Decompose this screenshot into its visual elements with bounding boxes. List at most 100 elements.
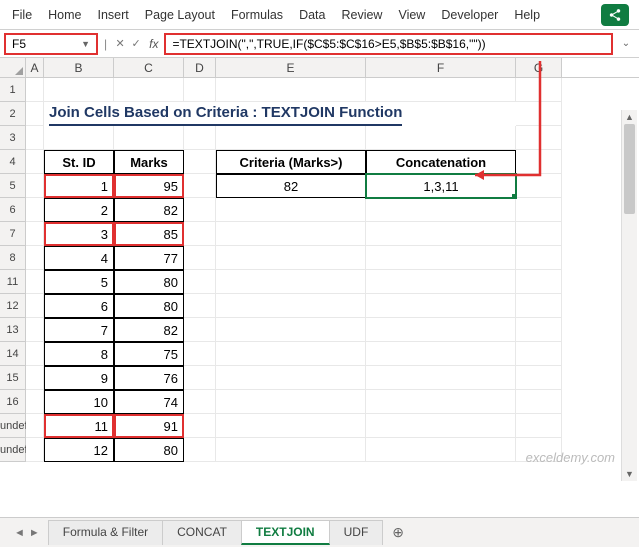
cell[interactable] <box>216 198 366 222</box>
name-box[interactable]: F5 ▼ <box>4 33 98 55</box>
row-header[interactable]: 4 <box>0 150 26 174</box>
cell[interactable] <box>516 294 562 318</box>
table-cell-marks[interactable]: 82 <box>114 198 184 222</box>
tab-prev-icon[interactable]: ◄ <box>14 527 25 539</box>
cell[interactable] <box>184 438 216 462</box>
table-cell-id[interactable]: 7 <box>44 318 114 342</box>
row-header[interactable]: 1 <box>0 78 26 102</box>
menu-developer[interactable]: Developer <box>433 4 506 26</box>
table-cell-marks[interactable]: 76 <box>114 366 184 390</box>
cell[interactable] <box>516 246 562 270</box>
row-header[interactable]: 6 <box>0 198 26 222</box>
col-header[interactable]: A <box>26 58 44 77</box>
menu-file[interactable]: File <box>4 4 40 26</box>
cell[interactable] <box>26 270 44 294</box>
table-header[interactable]: Marks <box>114 150 184 174</box>
menu-insert[interactable]: Insert <box>90 4 137 26</box>
row-header[interactable]: 3 <box>0 126 26 150</box>
chevron-down-icon[interactable]: ▼ <box>81 39 90 49</box>
row-header[interactable]: 7 <box>0 222 26 246</box>
tab-next-icon[interactable]: ► <box>29 527 40 539</box>
cell[interactable] <box>216 222 366 246</box>
cell[interactable] <box>216 414 366 438</box>
cell[interactable] <box>184 78 216 102</box>
cell[interactable] <box>26 174 44 198</box>
cell[interactable] <box>366 246 516 270</box>
cell[interactable] <box>184 318 216 342</box>
cell[interactable] <box>44 78 114 102</box>
cell[interactable] <box>366 78 516 102</box>
col-header[interactable]: D <box>184 58 216 77</box>
table-cell-marks[interactable]: 80 <box>114 270 184 294</box>
cell[interactable] <box>366 270 516 294</box>
cell[interactable] <box>366 222 516 246</box>
cell[interactable] <box>26 78 44 102</box>
cell[interactable] <box>216 438 366 462</box>
cell[interactable] <box>26 246 44 270</box>
title-cell[interactable]: Join Cells Based on Criteria : TEXTJOIN … <box>44 102 516 126</box>
menu-help[interactable]: Help <box>506 4 548 26</box>
enter-icon[interactable]: ✓ <box>129 37 143 50</box>
cell[interactable] <box>184 270 216 294</box>
row-header[interactable]: 12 <box>0 294 26 318</box>
cell[interactable] <box>516 222 562 246</box>
cell[interactable] <box>184 414 216 438</box>
table-cell-marks[interactable]: 85 <box>114 222 184 246</box>
table-cell-id[interactable]: 5 <box>44 270 114 294</box>
cell[interactable] <box>516 390 562 414</box>
cell[interactable] <box>26 294 44 318</box>
sheet-tab[interactable]: Formula & Filter <box>48 520 163 545</box>
cell[interactable] <box>44 126 114 150</box>
table-cell-id[interactable]: 11 <box>44 414 114 438</box>
cell[interactable] <box>184 366 216 390</box>
add-sheet-button[interactable]: ⊕ <box>382 520 414 545</box>
concat-header[interactable]: Concatenation <box>366 150 516 174</box>
row-header[interactable]: 16 <box>0 390 26 414</box>
cell[interactable] <box>26 414 44 438</box>
table-cell-id[interactable]: 10 <box>44 390 114 414</box>
menu-formulas[interactable]: Formulas <box>223 4 291 26</box>
row-header[interactable]: 11 <box>0 270 26 294</box>
sheet-tab[interactable]: CONCAT <box>162 520 242 545</box>
cell[interactable] <box>216 342 366 366</box>
table-cell-marks[interactable]: 77 <box>114 246 184 270</box>
table-cell-marks[interactable]: 91 <box>114 414 184 438</box>
row-header[interactable]: 2 <box>0 102 26 126</box>
cell[interactable] <box>366 438 516 462</box>
cell[interactable] <box>516 102 562 126</box>
col-header[interactable]: F <box>366 58 516 77</box>
row-header[interactable]: 13 <box>0 318 26 342</box>
cell[interactable] <box>216 318 366 342</box>
cell[interactable] <box>516 78 562 102</box>
cell[interactable] <box>516 174 562 198</box>
cell[interactable] <box>216 246 366 270</box>
cell[interactable] <box>26 222 44 246</box>
cell[interactable] <box>26 438 44 462</box>
table-cell-marks[interactable]: 95 <box>114 174 184 198</box>
cell[interactable] <box>184 294 216 318</box>
cell[interactable] <box>114 126 184 150</box>
cell[interactable] <box>516 318 562 342</box>
cell[interactable] <box>366 198 516 222</box>
row-header[interactable]: 15 <box>0 366 26 390</box>
cell[interactable] <box>216 366 366 390</box>
scroll-down-icon[interactable]: ▼ <box>622 469 637 479</box>
table-cell-marks[interactable]: 80 <box>114 438 184 462</box>
cell[interactable] <box>26 390 44 414</box>
expand-formula-icon[interactable]: ⌄ <box>617 38 635 49</box>
cell[interactable] <box>114 78 184 102</box>
fx-icon[interactable]: fx <box>147 37 160 51</box>
cell[interactable] <box>26 366 44 390</box>
menu-view[interactable]: View <box>390 4 433 26</box>
cell[interactable] <box>26 102 44 126</box>
table-cell-id[interactable]: 1 <box>44 174 114 198</box>
menu-home[interactable]: Home <box>40 4 89 26</box>
col-header[interactable]: B <box>44 58 114 77</box>
cell[interactable] <box>516 366 562 390</box>
table-cell-marks[interactable]: 82 <box>114 318 184 342</box>
cell[interactable] <box>26 318 44 342</box>
cell[interactable] <box>216 390 366 414</box>
cell[interactable] <box>216 270 366 294</box>
result-cell[interactable]: 1,3,11 <box>366 174 516 198</box>
menu-page-layout[interactable]: Page Layout <box>137 4 223 26</box>
